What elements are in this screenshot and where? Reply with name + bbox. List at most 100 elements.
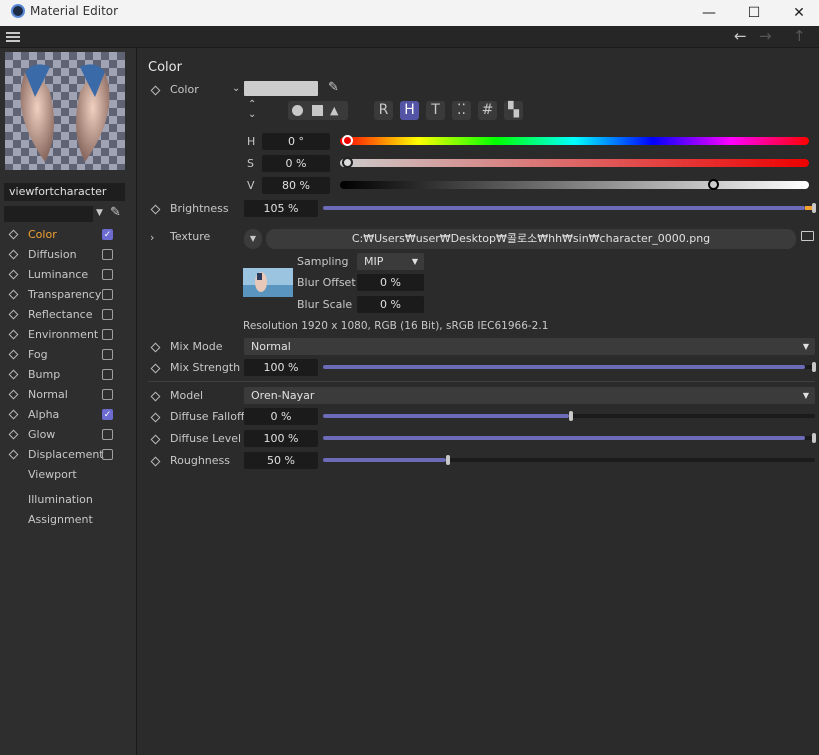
mix-strength-field[interactable]: 100 %: [244, 359, 318, 376]
brightness-slider-handle[interactable]: [812, 203, 816, 213]
mix-strength-slider-handle[interactable]: [812, 362, 816, 372]
sidebar-item-reflectance[interactable]: Reflectance: [0, 305, 137, 325]
sidebar-item-viewport[interactable]: Viewport: [28, 468, 77, 481]
blur-offset-field[interactable]: 0 %: [357, 274, 424, 291]
eyedropper-icon[interactable]: ✎: [110, 205, 121, 220]
channel-checkbox[interactable]: [102, 369, 113, 380]
channel-checkbox[interactable]: [102, 309, 113, 320]
chevron-down-icon: ▼: [802, 391, 809, 400]
folder-icon[interactable]: [801, 231, 814, 241]
sampling-label: Sampling: [297, 255, 349, 268]
keyframe-icon[interactable]: [8, 409, 19, 420]
color-swatch[interactable]: [244, 81, 318, 96]
minimize-button[interactable]: —: [686, 0, 732, 26]
brightness-slider-fill: [323, 206, 805, 210]
sidebar-item-glow[interactable]: Glow: [0, 425, 137, 445]
up-arrow-icon[interactable]: ↑: [793, 27, 806, 45]
color-expand-icon[interactable]: ⌄: [232, 83, 240, 94]
material-preview[interactable]: [5, 52, 125, 170]
preset-dropdown-icon[interactable]: ▼: [96, 208, 103, 218]
color-eyedropper-icon[interactable]: ✎: [328, 80, 339, 95]
channel-checkbox[interactable]: [102, 449, 113, 460]
keyframe-icon[interactable]: [8, 289, 19, 300]
channel-checkbox[interactable]: ✓: [102, 229, 113, 240]
forward-arrow-icon[interactable]: →: [759, 27, 772, 45]
channel-checkbox[interactable]: [102, 289, 113, 300]
sampling-dropdown[interactable]: MIP ▼: [357, 253, 424, 270]
sidebar-item-diffusion[interactable]: Diffusion: [0, 245, 137, 265]
keyframe-icon[interactable]: [8, 389, 19, 400]
model-dropdown[interactable]: Oren-Nayar ▼: [244, 387, 815, 404]
roughness-slider-handle[interactable]: [446, 455, 450, 465]
channel-checkbox[interactable]: [102, 389, 113, 400]
image-mode-icon[interactable]: ▲: [330, 104, 338, 117]
blur-scale-field[interactable]: 0 %: [357, 296, 424, 313]
hue-field[interactable]: 0 °: [262, 133, 330, 150]
divider: [148, 381, 815, 382]
roughness-field[interactable]: 50 %: [244, 452, 318, 469]
sidebar-item-illumination[interactable]: Illumination: [28, 493, 93, 506]
keyframe-icon[interactable]: [8, 429, 19, 440]
saturation-label: S: [247, 157, 254, 170]
channel-checkbox[interactable]: [102, 269, 113, 280]
diffuse-falloff-slider-handle[interactable]: [569, 411, 573, 421]
channel-checkbox[interactable]: [102, 329, 113, 340]
keyframe-icon[interactable]: [8, 269, 19, 280]
roughness-label: Roughness: [170, 454, 231, 467]
value-slider[interactable]: [340, 181, 809, 189]
sidebar-item-luminance[interactable]: Luminance: [0, 265, 137, 285]
mixer-mode-button[interactable]: ⁚⁚: [452, 101, 471, 120]
diffuse-level-slider-handle[interactable]: [812, 433, 816, 443]
saturation-slider-handle[interactable]: [342, 157, 353, 168]
swatches-mode-button[interactable]: ▚: [504, 101, 523, 120]
close-button[interactable]: ✕: [776, 0, 819, 26]
sidebar-item-fog[interactable]: Fog: [0, 345, 137, 365]
hex-mode-button[interactable]: #: [478, 101, 497, 120]
sidebar-item-color[interactable]: Color ✓: [0, 225, 137, 245]
diffuse-falloff-field[interactable]: 0 %: [244, 408, 318, 425]
saturation-field[interactable]: 0 %: [262, 155, 330, 172]
keyframe-icon[interactable]: [8, 449, 19, 460]
sidebar-item-displacement[interactable]: Displacement: [0, 445, 137, 465]
collapse-icon[interactable]: ⌃ ⌄: [248, 100, 256, 120]
value-field[interactable]: 80 %: [262, 177, 330, 194]
keyframe-icon[interactable]: [8, 329, 19, 340]
keyframe-icon[interactable]: [8, 349, 19, 360]
channel-checkbox[interactable]: [102, 349, 113, 360]
texture-expand-icon[interactable]: ›: [150, 231, 154, 244]
keyframe-icon[interactable]: [8, 229, 19, 240]
sidebar-item-alpha[interactable]: Alpha ✓: [0, 405, 137, 425]
material-name-field[interactable]: viewfortcharacter: [4, 183, 125, 201]
brightness-field[interactable]: 105 %: [244, 200, 318, 217]
mix-mode-dropdown[interactable]: Normal ▼: [244, 338, 815, 355]
sidebar-item-normal[interactable]: Normal: [0, 385, 137, 405]
keyframe-icon[interactable]: [8, 309, 19, 320]
back-arrow-icon[interactable]: ←: [734, 27, 747, 45]
preset-field[interactable]: [4, 206, 93, 222]
menu-icon[interactable]: [6, 32, 20, 34]
sampling-value: MIP: [364, 255, 384, 268]
hue-slider-handle[interactable]: [342, 135, 353, 146]
mix-mode-value: Normal: [251, 340, 291, 353]
channel-checkbox[interactable]: ✓: [102, 409, 113, 420]
wheel-mode-icon[interactable]: [292, 105, 303, 116]
saturation-slider[interactable]: [340, 159, 809, 167]
keyframe-icon[interactable]: [8, 369, 19, 380]
sidebar-item-bump[interactable]: Bump: [0, 365, 137, 385]
hue-label: H: [247, 135, 256, 148]
spectrum-mode-icon[interactable]: [312, 105, 323, 116]
maximize-button[interactable]: ☐: [731, 0, 777, 26]
keyframe-icon[interactable]: [8, 249, 19, 260]
channel-checkbox[interactable]: [102, 429, 113, 440]
diffuse-level-field[interactable]: 100 %: [244, 430, 318, 447]
sidebar-item-assignment[interactable]: Assignment: [28, 513, 93, 526]
texture-menu-button[interactable]: ▼: [244, 229, 262, 249]
sidebar-item-environment[interactable]: Environment: [0, 325, 137, 345]
rgb-mode-button[interactable]: R: [374, 101, 393, 120]
channel-checkbox[interactable]: [102, 249, 113, 260]
hue-slider[interactable]: [340, 137, 809, 145]
temperature-mode-button[interactable]: T: [426, 101, 445, 120]
texture-path-field[interactable]: C:₩Users₩user₩Desktop₩콜로소₩hh₩sin₩charact…: [266, 229, 796, 249]
sidebar-item-transparency[interactable]: Transparency: [0, 285, 137, 305]
hsv-mode-button[interactable]: H: [400, 101, 419, 120]
